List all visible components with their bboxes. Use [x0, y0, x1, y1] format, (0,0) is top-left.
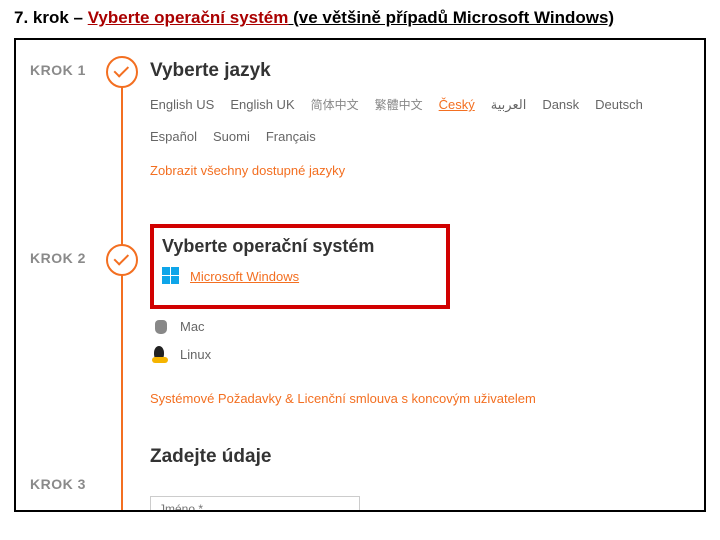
lang-option[interactable]: Suomi	[213, 129, 250, 144]
os-label: Mac	[180, 319, 205, 334]
os-label: Microsoft Windows	[190, 269, 299, 284]
linux-icon	[152, 345, 170, 363]
windows-icon	[162, 267, 180, 285]
title-suffix: (ve většině případů Microsoft Windows)	[288, 8, 614, 27]
lang-option[interactable]: Français	[266, 129, 316, 144]
step1-label: KROK 1	[30, 62, 86, 78]
lang-option[interactable]: Deutsch	[595, 97, 643, 112]
step3-label: KROK 3	[30, 476, 86, 492]
lang-option-selected[interactable]: Český	[439, 97, 475, 112]
system-requirements-link[interactable]: Systémové Požadavky & Licenční smlouva s…	[150, 391, 536, 406]
mac-icon	[152, 317, 170, 335]
os-option-linux[interactable]: Linux	[152, 345, 690, 363]
lang-option[interactable]: English UK	[230, 97, 294, 112]
language-list: English US English UK 简体中文 繁體中文 Český ال…	[150, 96, 690, 144]
screenshot-frame: KROK 1 KROK 2 KROK 3 Vyberte jazyk Engli…	[14, 38, 706, 512]
lang-option[interactable]: 繁體中文	[375, 96, 423, 113]
os-label: Linux	[180, 347, 211, 362]
step2-badge	[106, 244, 138, 276]
title-highlight: Vyberte operační systém	[88, 8, 289, 27]
step-rail: KROK 1 KROK 2 KROK 3	[30, 54, 150, 510]
check-icon	[114, 250, 130, 266]
os-highlight-box: Vyberte operační systém Microsoft Window…	[150, 224, 450, 309]
section3-heading: Zadejte údaje	[150, 446, 690, 468]
lang-option[interactable]: English US	[150, 97, 214, 112]
lang-option[interactable]: العربية	[491, 97, 527, 113]
os-option-windows[interactable]: Microsoft Windows	[162, 267, 436, 285]
os-option-mac[interactable]: Mac	[152, 317, 690, 335]
title-prefix: 7. krok –	[14, 8, 88, 27]
section1-heading: Vyberte jazyk	[150, 60, 690, 82]
content-column: Vyberte jazyk English US English UK 简体中文…	[150, 54, 690, 510]
lang-option[interactable]: Español	[150, 129, 197, 144]
check-icon	[114, 62, 130, 78]
step1-badge	[106, 56, 138, 88]
instruction-title: 7. krok – Vyberte operační systém (ve vě…	[14, 8, 706, 28]
progress-line	[121, 72, 123, 512]
section2-heading: Vyberte operační systém	[162, 236, 436, 257]
name-field[interactable]	[150, 496, 360, 512]
lang-option[interactable]: 简体中文	[311, 96, 359, 113]
lang-option[interactable]: Dansk	[542, 97, 579, 112]
show-all-languages-link[interactable]: Zobrazit všechny dostupné jazyky	[150, 163, 345, 178]
step2-label: KROK 2	[30, 250, 86, 266]
